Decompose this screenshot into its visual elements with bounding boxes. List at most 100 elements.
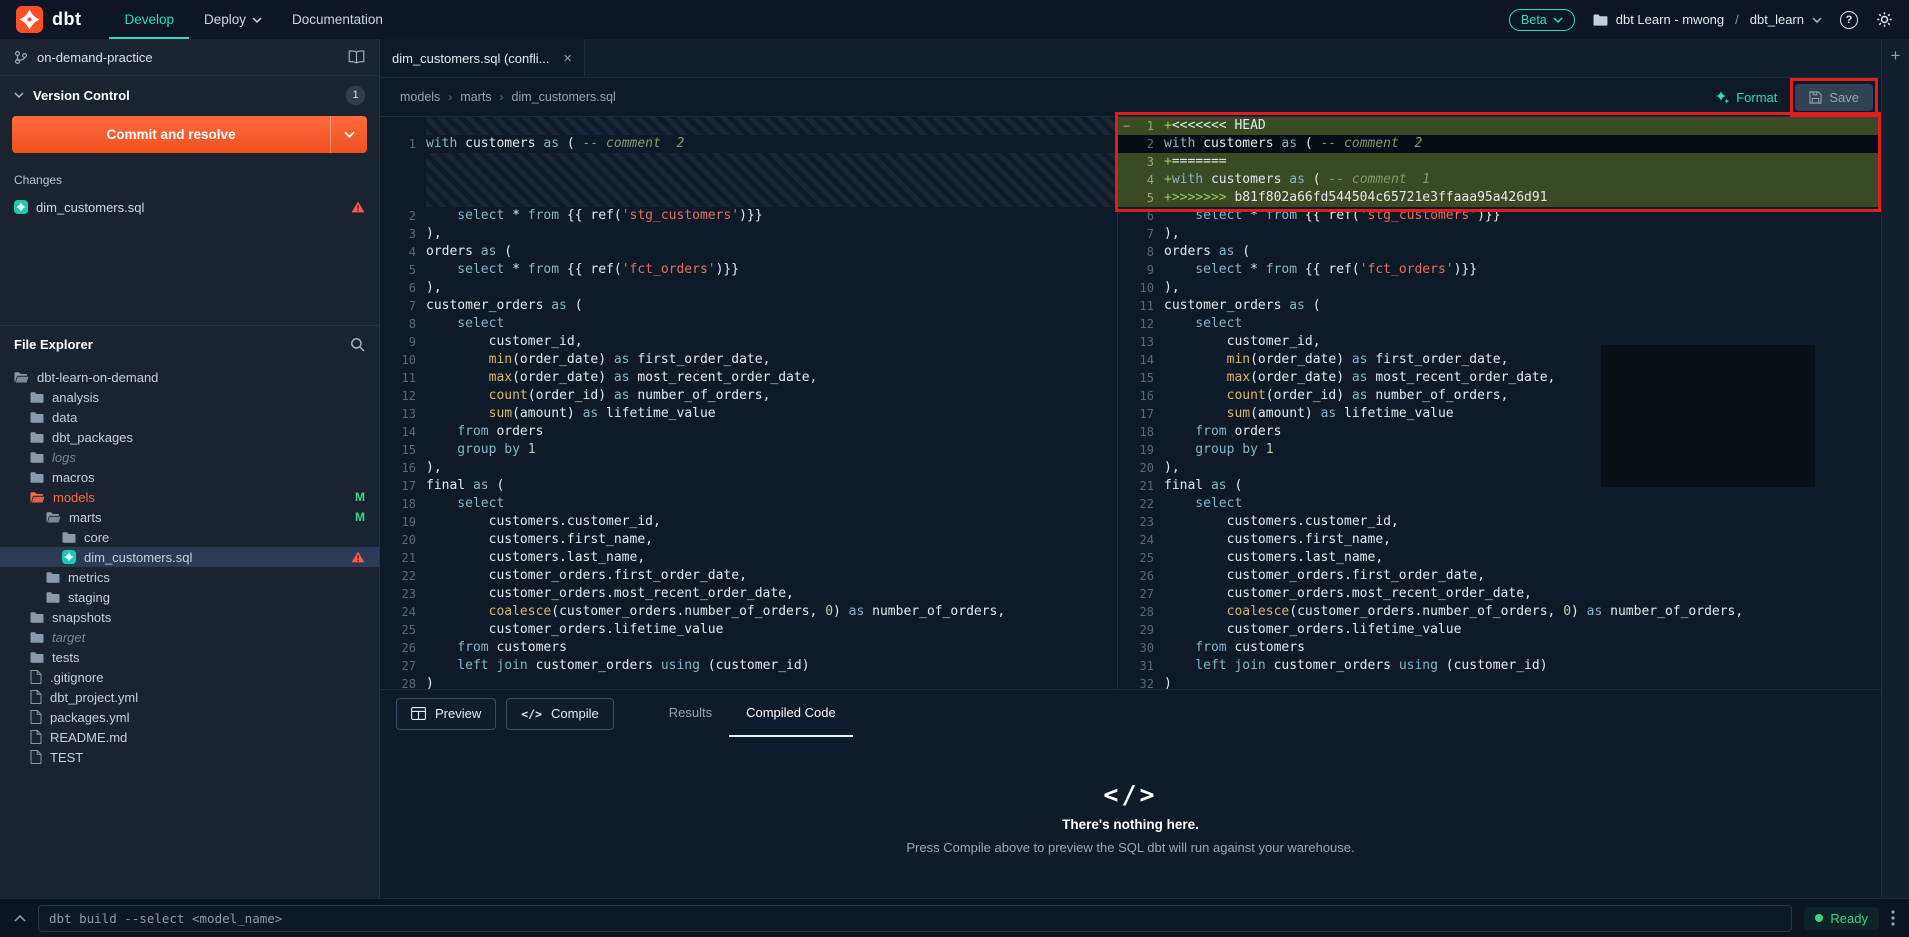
code-line[interactable]: 28 coalesce(customer_orders.number_of_or… <box>1118 603 1881 621</box>
code-line[interactable]: 20 customers.first_name, <box>380 531 1117 549</box>
code-line[interactable]: 9 customer_id, <box>380 333 1117 351</box>
code-line[interactable]: 11 max(order_date) as most_recent_order_… <box>380 369 1117 387</box>
changed-file-dim_customers.sql[interactable]: dim_customers.sql <box>0 193 379 221</box>
code-line[interactable]: 23 customers.customer_id, <box>1118 513 1881 531</box>
code-line[interactable]: 6), <box>380 279 1117 297</box>
code-line[interactable]: 24 customers.first_name, <box>1118 531 1881 549</box>
code-line[interactable]: 19 customers.customer_id, <box>380 513 1117 531</box>
tree-item-TEST[interactable]: TEST <box>0 747 379 767</box>
nav-link-documentation[interactable]: Documentation <box>277 0 398 39</box>
code-line[interactable]: 23 customer_orders.most_recent_order_dat… <box>380 585 1117 603</box>
chevron-down-icon[interactable] <box>331 131 367 138</box>
code-line[interactable]: 2 select * from {{ ref('stg_customers')}… <box>380 207 1117 225</box>
beta-badge[interactable]: Beta <box>1509 9 1575 31</box>
close-icon[interactable]: × <box>563 50 572 67</box>
tree-item-data[interactable]: data <box>0 407 379 427</box>
plus-icon[interactable]: + <box>1891 47 1901 64</box>
tree-item-packages.yml[interactable]: packages.yml <box>0 707 379 727</box>
tree-item-dbt-learn-on-demand[interactable]: dbt-learn-on-demand <box>0 367 379 387</box>
code-line[interactable]: 17final as ( <box>380 477 1117 495</box>
search-icon[interactable] <box>350 337 365 352</box>
command-input[interactable]: dbt build --select <model_name> <box>38 905 1792 932</box>
tree-item-logs[interactable]: logs <box>0 447 379 467</box>
code-line[interactable]: 8 select <box>380 315 1117 333</box>
tree-item-models[interactable]: modelsM <box>0 487 379 507</box>
branch-selector[interactable]: on-demand-practice <box>0 39 379 76</box>
code-line[interactable]: 21 customers.last_name, <box>380 549 1117 567</box>
code-line[interactable]: 10), <box>1118 279 1881 297</box>
code-line[interactable]: 26 from customers <box>380 639 1117 657</box>
code-line[interactable]: 32) <box>1118 675 1881 689</box>
code-line[interactable]: 7customer_orders as ( <box>380 297 1117 315</box>
code-line[interactable]: 13 sum(amount) as lifetime_value <box>380 405 1117 423</box>
fold-icon[interactable]: − <box>1123 117 1130 135</box>
code-line[interactable]: 25 customers.last_name, <box>1118 549 1881 567</box>
code-line[interactable]: 3+======= <box>1118 153 1881 171</box>
code-line[interactable]: 28) <box>380 675 1117 689</box>
tree-item-dbt_packages[interactable]: dbt_packages <box>0 427 379 447</box>
code-line[interactable]: 7), <box>1118 225 1881 243</box>
code-line[interactable]: 4orders as ( <box>380 243 1117 261</box>
code-line[interactable]: 5+>>>>>>> b81f802a66fd544504c65721e3ffaa… <box>1118 189 1881 207</box>
tree-item-marts[interactable]: martsM <box>0 507 379 527</box>
code-line[interactable]: 9 select * from {{ ref('fct_orders')}} <box>1118 261 1881 279</box>
tree-item-dbt_project.yml[interactable]: dbt_project.yml <box>0 687 379 707</box>
code-line[interactable]: 5 select * from {{ ref('fct_orders')}} <box>380 261 1117 279</box>
code-line[interactable]: 15 group by 1 <box>380 441 1117 459</box>
code-line[interactable]: 29 customer_orders.lifetime_value <box>1118 621 1881 639</box>
tab-compiled-code[interactable]: Compiled Code <box>729 690 853 737</box>
code-line[interactable]: 27 left join customer_orders using (cust… <box>380 657 1117 675</box>
code-line[interactable]: 8orders as ( <box>1118 243 1881 261</box>
breadcrumb-item[interactable]: models <box>400 90 440 104</box>
help-icon[interactable]: ? <box>1840 11 1858 29</box>
code-line[interactable]: 18 select <box>380 495 1117 513</box>
commit-and-resolve-button[interactable]: Commit and resolve <box>12 116 367 153</box>
code-line[interactable]: 11customer_orders as ( <box>1118 297 1881 315</box>
code-line[interactable]: 24 coalesce(customer_orders.number_of_or… <box>380 603 1117 621</box>
dbt-logo[interactable]: dbt <box>16 6 81 33</box>
format-button[interactable]: Format <box>1716 90 1777 105</box>
nav-link-develop[interactable]: Develop <box>109 0 189 39</box>
preview-button[interactable]: Preview <box>396 698 496 730</box>
gear-icon[interactable] <box>1876 11 1893 28</box>
code-line[interactable]: 22 customer_orders.first_order_date, <box>380 567 1117 585</box>
tab-results[interactable]: Results <box>652 690 729 737</box>
compile-button[interactable]: </> Compile <box>506 698 613 730</box>
code-line[interactable]: 30 from customers <box>1118 639 1881 657</box>
breadcrumb-item[interactable]: dim_customers.sql <box>512 90 616 104</box>
editor-pane-left[interactable]: 1with customers as ( -- comment 2 2 selec… <box>380 117 1117 689</box>
kebab-menu-icon[interactable] <box>1891 910 1895 926</box>
editor-tab[interactable]: dim_customers.sql (confli... × <box>380 39 585 77</box>
code-line[interactable]: 16), <box>380 459 1117 477</box>
docs-book-icon[interactable] <box>348 50 365 64</box>
tree-item-.gitignore[interactable]: .gitignore <box>0 667 379 687</box>
chevron-up-icon[interactable] <box>14 915 26 922</box>
code-line[interactable]: 26 customer_orders.first_order_date, <box>1118 567 1881 585</box>
save-button[interactable]: Save <box>1795 84 1873 111</box>
code-line[interactable]: 4+with customers as ( -- comment 1 <box>1118 171 1881 189</box>
version-control-header[interactable]: Version Control 1 <box>0 76 379 114</box>
code-line[interactable]: 12 count(order_id) as number_of_orders, <box>380 387 1117 405</box>
code-line[interactable]: 31 left join customer_orders using (cust… <box>1118 657 1881 675</box>
tree-item-analysis[interactable]: analysis <box>0 387 379 407</box>
tree-item-metrics[interactable]: metrics <box>0 567 379 587</box>
tree-item-staging[interactable]: staging <box>0 587 379 607</box>
code-line[interactable]: 3), <box>380 225 1117 243</box>
code-line[interactable]: 27 customer_orders.most_recent_order_dat… <box>1118 585 1881 603</box>
tree-item-tests[interactable]: tests <box>0 647 379 667</box>
code-line[interactable]: 14 from orders <box>380 423 1117 441</box>
code-line[interactable]: 25 customer_orders.lifetime_value <box>380 621 1117 639</box>
tree-item-dim_customers.sql[interactable]: dim_customers.sql <box>0 547 379 567</box>
tree-item-README.md[interactable]: README.md <box>0 727 379 747</box>
tree-item-core[interactable]: core <box>0 527 379 547</box>
tree-item-snapshots[interactable]: snapshots <box>0 607 379 627</box>
code-line[interactable]: 2with customers as ( -- comment 2 <box>1118 135 1881 153</box>
code-line[interactable]: 1with customers as ( -- comment 2 <box>380 135 1117 153</box>
code-line[interactable]: 12 select <box>1118 315 1881 333</box>
code-line[interactable]: 6 select * from {{ ref('stg_customers')}… <box>1118 207 1881 225</box>
account-project-switcher[interactable]: dbt Learn - mwong / dbt_learn <box>1593 12 1822 27</box>
code-line[interactable]: 1−+<<<<<<< HEAD <box>1118 117 1881 135</box>
code-line[interactable]: 10 min(order_date) as first_order_date, <box>380 351 1117 369</box>
code-line[interactable]: 22 select <box>1118 495 1881 513</box>
nav-link-deploy[interactable]: Deploy <box>189 0 277 39</box>
